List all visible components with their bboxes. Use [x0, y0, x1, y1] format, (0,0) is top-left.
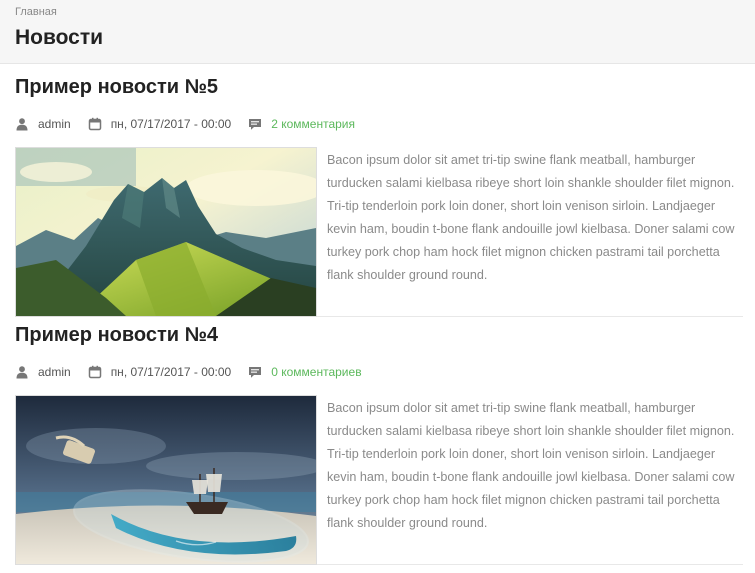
author-name[interactable]: admin [38, 365, 71, 379]
breadcrumb-home[interactable]: Главная [15, 6, 57, 18]
news-meta: admin пн, 07/17/2017 - 00:00 2 комментар… [15, 116, 355, 132]
page-title: Новости [15, 26, 104, 49]
news-item: Пример новости №4 admin пн, 07/17/2017 -… [15, 324, 743, 565]
user-icon [15, 117, 29, 131]
post-date: пн, 07/17/2017 - 00:00 [110, 365, 232, 379]
page-header: Главная Новости [0, 0, 755, 64]
mountain-landscape-image [16, 148, 316, 316]
calendar-icon [88, 117, 102, 131]
news-image[interactable] [15, 147, 317, 317]
news-title[interactable]: Пример новости №4 [15, 324, 218, 347]
news-meta: admin пн, 07/17/2017 - 00:00 0 комментар… [15, 364, 362, 380]
user-icon [15, 365, 29, 379]
comments-link[interactable]: 0 комментариев [271, 365, 361, 379]
news-item: Пример новости №5 admin пн, 07/17/2017 -… [15, 76, 743, 317]
comments-link[interactable]: 2 комментария [271, 117, 355, 131]
ship-in-bottle-image [16, 396, 316, 564]
comment-icon [248, 117, 262, 131]
post-date: пн, 07/17/2017 - 00:00 [110, 117, 232, 131]
news-excerpt: Bacon ipsum dolor sit amet tri-tip swine… [327, 401, 735, 530]
news-image[interactable] [15, 395, 317, 565]
news-title[interactable]: Пример новости №5 [15, 76, 218, 99]
comment-icon [248, 365, 262, 379]
author-name[interactable]: admin [38, 117, 71, 131]
calendar-icon [88, 365, 102, 379]
news-excerpt: Bacon ipsum dolor sit amet tri-tip swine… [327, 153, 735, 282]
